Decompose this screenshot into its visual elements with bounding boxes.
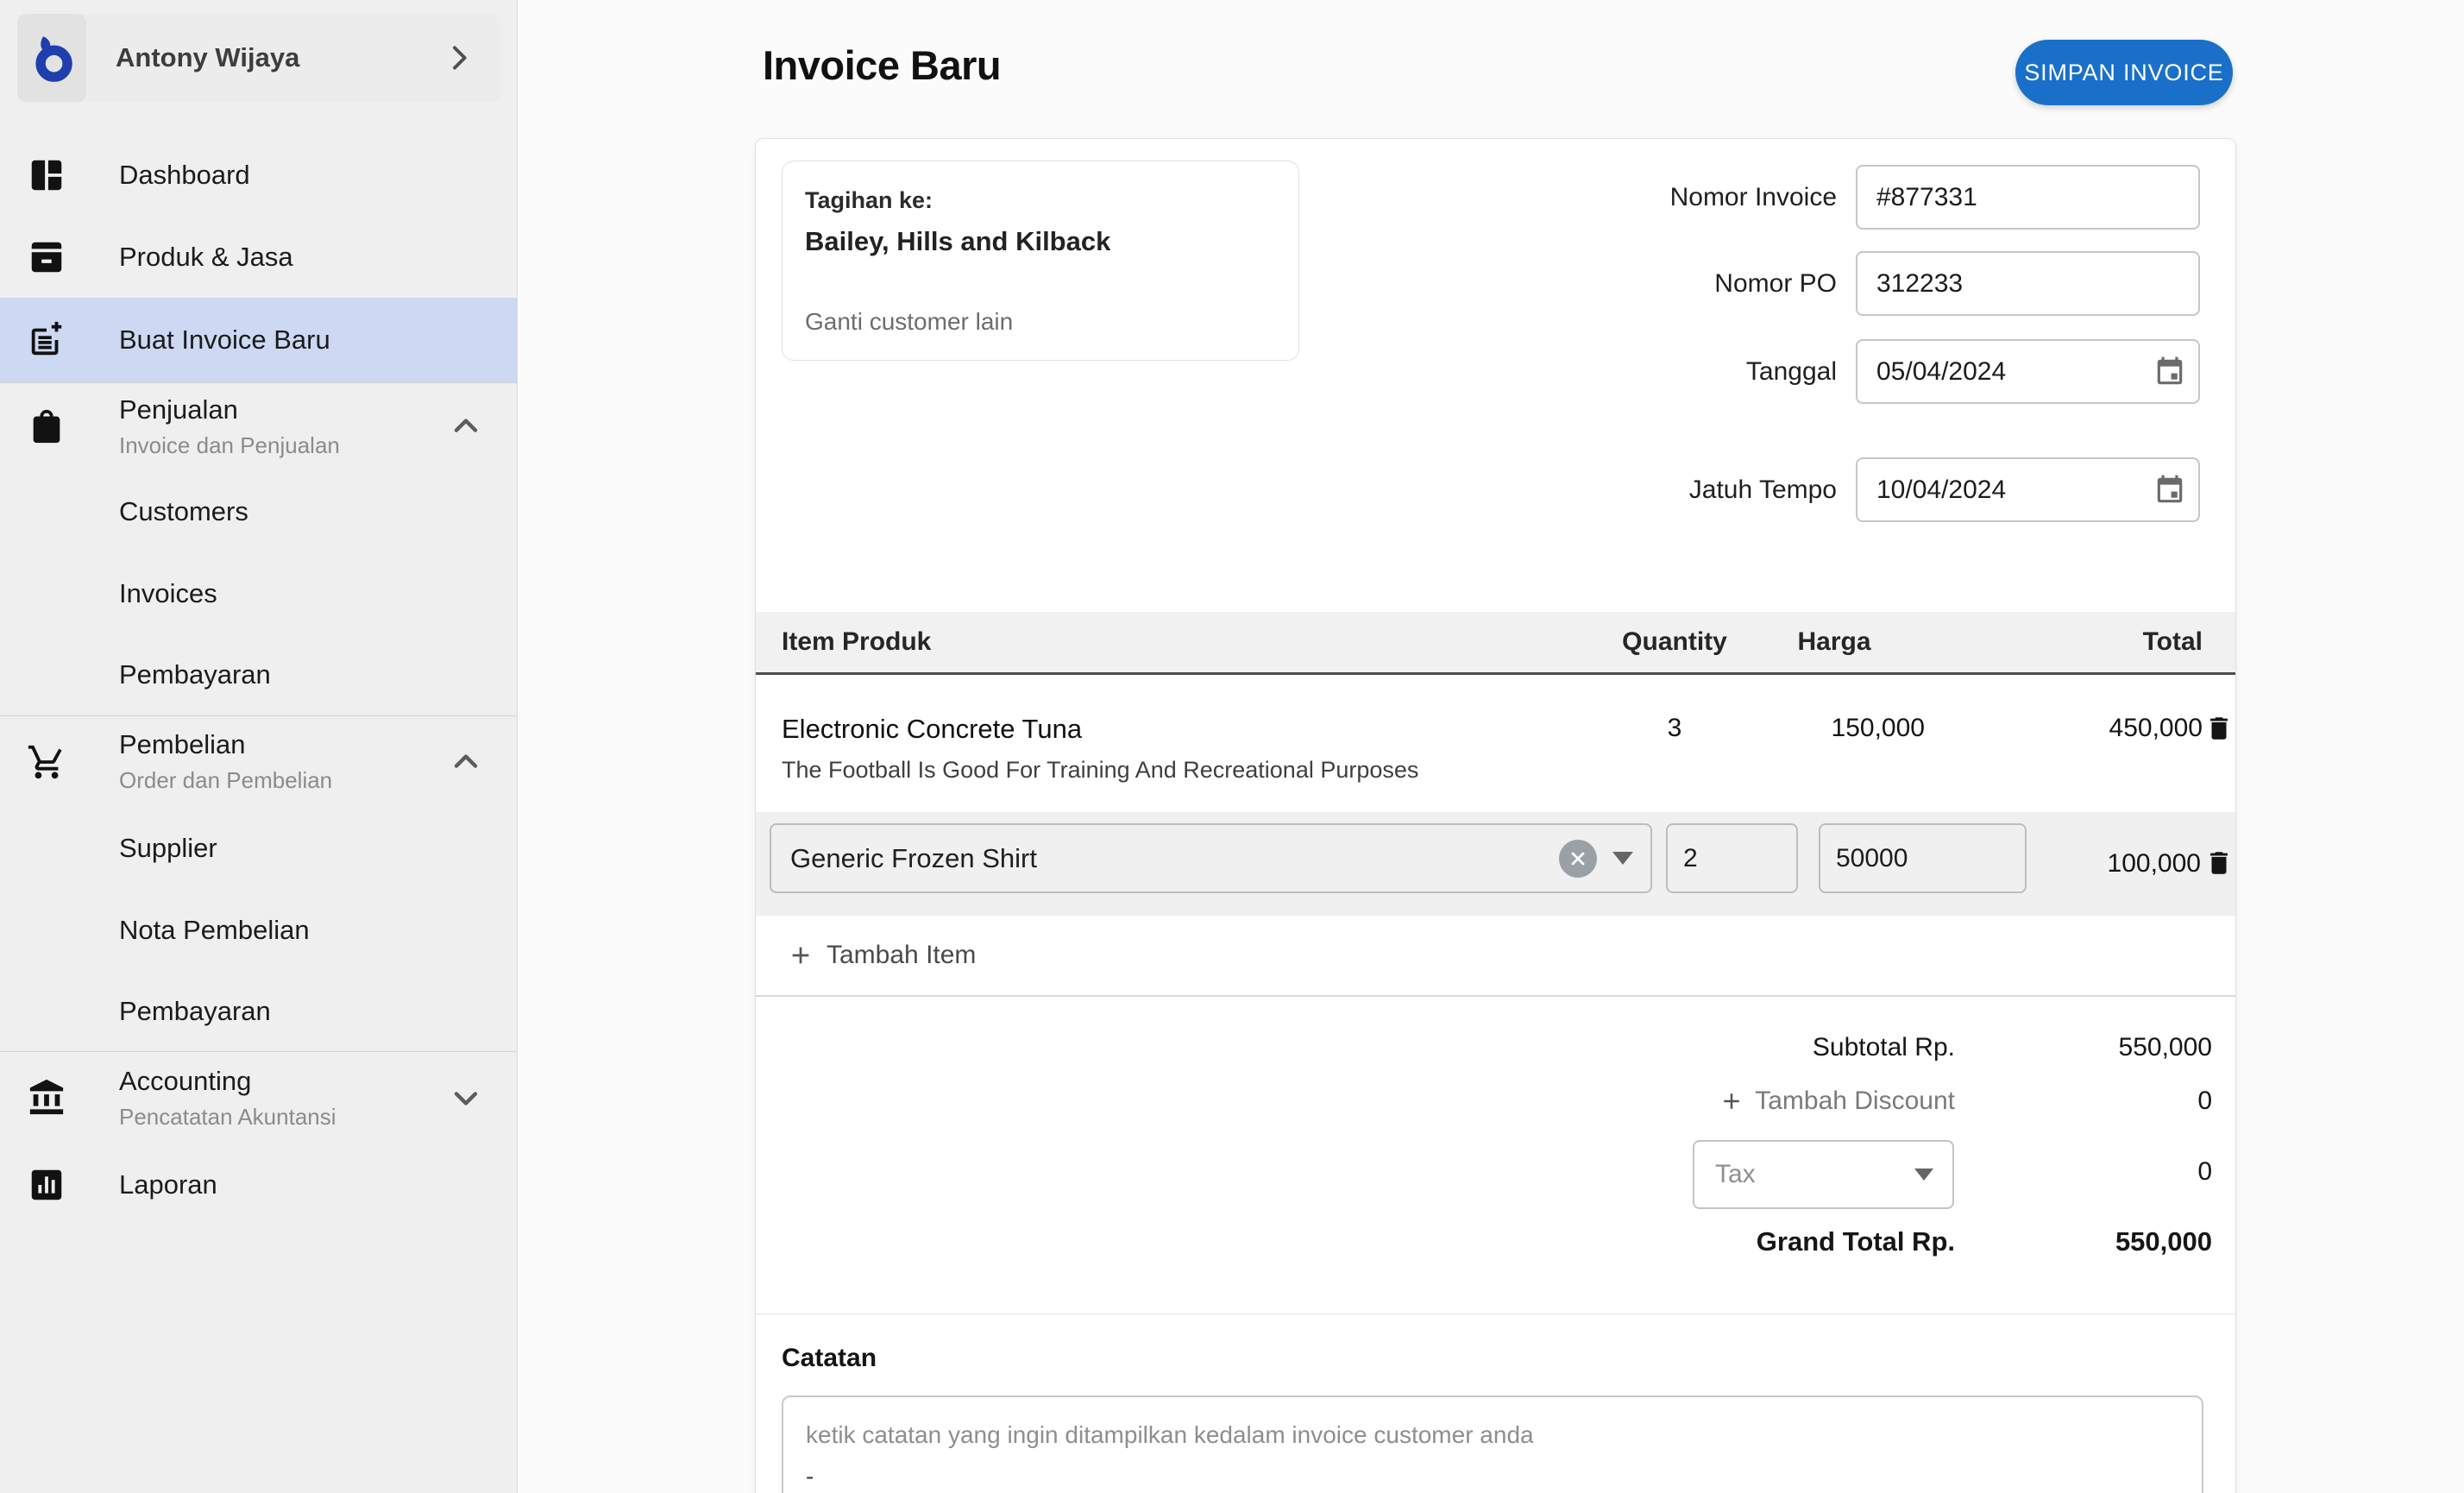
user-name: Antony Wijaya	[116, 42, 442, 73]
accounting-bank-icon	[26, 1077, 67, 1118]
item-description: The Football Is Good For Training And Re…	[756, 757, 1606, 784]
sidebar-item-nota-pembelian[interactable]: Nota Pembelian	[0, 889, 518, 971]
notes-placeholder: ketik catatan yang ingin ditampilkan ked…	[806, 1421, 2179, 1449]
item-quantity: 3	[1606, 677, 1744, 812]
column-header-total: Total	[1925, 627, 2203, 657]
nomor-invoice-input[interactable]	[1856, 165, 2200, 230]
sidebar-item-buat-invoice-baru[interactable]: Buat Invoice Baru	[0, 298, 518, 382]
tanggal-input[interactable]	[1856, 339, 2200, 404]
billing-customer-name: Bailey, Hills and Kilback	[805, 226, 1276, 257]
jatuh-tempo-label: Jatuh Tempo	[1489, 476, 1856, 505]
subtotal-row: Subtotal Rp. 550,000	[756, 1033, 2235, 1071]
tanggal-label: Tanggal	[1489, 357, 1856, 387]
calendar-icon[interactable]	[2153, 356, 2186, 393]
clear-selection-icon[interactable]	[1559, 840, 1597, 878]
sidebar: Antony Wijaya Dashboard Produk & Jasa Bu…	[0, 0, 518, 1493]
grand-total-label: Grand Total Rp.	[1757, 1226, 1955, 1257]
sidebar-group-pembelian[interactable]: Pembelian Order dan Pembelian	[0, 716, 518, 807]
sidebar-item-produk-jasa[interactable]: Produk & Jasa	[0, 216, 518, 298]
price-input[interactable]	[1819, 823, 2027, 893]
notes-title: Catatan	[782, 1344, 877, 1373]
nomor-po-label: Nomor PO	[1489, 269, 1856, 299]
editing-row-total: 100,000	[2108, 812, 2201, 916]
item-total: 450,000	[1925, 677, 2203, 812]
chevron-down-icon	[447, 1079, 485, 1117]
section-divider	[756, 1313, 2235, 1314]
table-row-editing: Generic Frozen Shirt 100,000	[756, 812, 2235, 916]
grand-total-value: 550,000	[2115, 1226, 2212, 1257]
plus-icon	[787, 942, 814, 969]
trash-icon	[2204, 848, 2234, 878]
calendar-icon[interactable]	[2153, 474, 2186, 511]
sidebar-group-penjualan[interactable]: Penjualan Invoice dan Penjualan	[0, 383, 518, 469]
delete-item-button[interactable]	[2203, 714, 2235, 743]
dropdown-caret-icon[interactable]	[1612, 852, 1633, 865]
sidebar-item-supplier[interactable]: Supplier	[0, 807, 518, 889]
sales-bag-icon	[26, 406, 67, 447]
app-logo	[17, 14, 86, 102]
jatuh-tempo-input[interactable]	[1856, 457, 2200, 522]
chevron-right-icon	[442, 41, 476, 75]
product-select-value: Generic Frozen Shirt	[790, 843, 1559, 874]
field-row-nomor-invoice: Nomor Invoice	[1489, 165, 2220, 230]
dashboard-icon	[26, 154, 67, 196]
item-name: Electronic Concrete Tuna	[756, 714, 1606, 745]
sidebar-item-invoices[interactable]: Invoices	[0, 552, 518, 634]
tax-value: 0	[2197, 1157, 2212, 1187]
add-discount-button[interactable]: Tambah Discount	[1719, 1087, 1955, 1116]
field-row-jatuh-tempo: Jatuh Tempo	[1489, 457, 2220, 522]
change-customer-link[interactable]: Ganti customer lain	[805, 308, 1013, 336]
sidebar-item-dashboard[interactable]: Dashboard	[0, 134, 518, 216]
sidebar-group-accounting[interactable]: Accounting Pencatatan Akuntansi	[0, 1052, 518, 1143]
sidebar-item-laporan[interactable]: Laporan	[0, 1143, 518, 1225]
sidebar-item-customers[interactable]: Customers	[0, 470, 518, 552]
column-header-quantity: Quantity	[1606, 627, 1744, 657]
reports-chart-icon	[26, 1164, 67, 1206]
user-profile[interactable]: Antony Wijaya	[17, 14, 500, 102]
nomor-po-input[interactable]	[1856, 251, 2200, 316]
new-invoice-icon	[26, 319, 67, 361]
subtotal-label: Subtotal Rp.	[1813, 1033, 1955, 1062]
billing-label: Tagihan ke:	[805, 187, 1276, 214]
subtotal-value: 550,000	[2119, 1033, 2212, 1062]
tax-row: 0	[756, 1157, 2235, 1195]
plus-icon	[1719, 1088, 1744, 1114]
save-invoice-button[interactable]: SIMPAN INVOICE	[2015, 40, 2233, 105]
notes-textarea[interactable]: ketik catatan yang ingin ditampilkan ked…	[782, 1395, 2203, 1493]
table-row-item: Electronic Concrete Tuna The Football Is…	[756, 677, 2235, 812]
app-window: Antony Wijaya Dashboard Produk & Jasa Bu…	[0, 0, 2464, 1493]
sidebar-item-pembayaran-penjualan[interactable]: Pembayaran	[0, 634, 518, 715]
products-box-icon	[26, 236, 67, 278]
brand-b-icon	[25, 31, 79, 85]
item-price: 150,000	[1744, 677, 1925, 812]
chevron-up-icon	[447, 743, 485, 781]
discount-value: 0	[2197, 1087, 2212, 1116]
field-row-nomor-po: Nomor PO	[1489, 251, 2220, 316]
chevron-up-icon	[447, 407, 485, 445]
purchases-cart-icon	[26, 741, 67, 783]
field-row-tanggal: Tanggal	[1489, 339, 2220, 404]
product-select[interactable]: Generic Frozen Shirt	[770, 823, 1652, 893]
notes-value: -	[806, 1463, 2179, 1490]
trash-icon	[2204, 714, 2234, 743]
invoice-form-card: Tagihan ke: Bailey, Hills and Kilback Ga…	[755, 138, 2236, 1493]
discount-row: Tambah Discount 0	[756, 1087, 2235, 1124]
column-header-item-produk: Item Produk	[756, 627, 1606, 657]
column-header-harga: Harga	[1744, 627, 1925, 657]
page-title: Invoice Baru	[763, 41, 1001, 89]
billing-card: Tagihan ke: Bailey, Hills and Kilback Ga…	[782, 161, 1299, 361]
quantity-input[interactable]	[1666, 823, 1798, 893]
add-item-button[interactable]: Tambah Item	[756, 916, 2235, 997]
grand-total-row: Grand Total Rp. 550,000	[756, 1226, 2235, 1264]
sidebar-item-pembayaran-pembelian[interactable]: Pembayaran	[0, 971, 518, 1051]
delete-item-button[interactable]	[2203, 848, 2235, 878]
nomor-invoice-label: Nomor Invoice	[1489, 183, 1856, 212]
items-table-header: Item Produk Quantity Harga Total	[756, 612, 2235, 675]
